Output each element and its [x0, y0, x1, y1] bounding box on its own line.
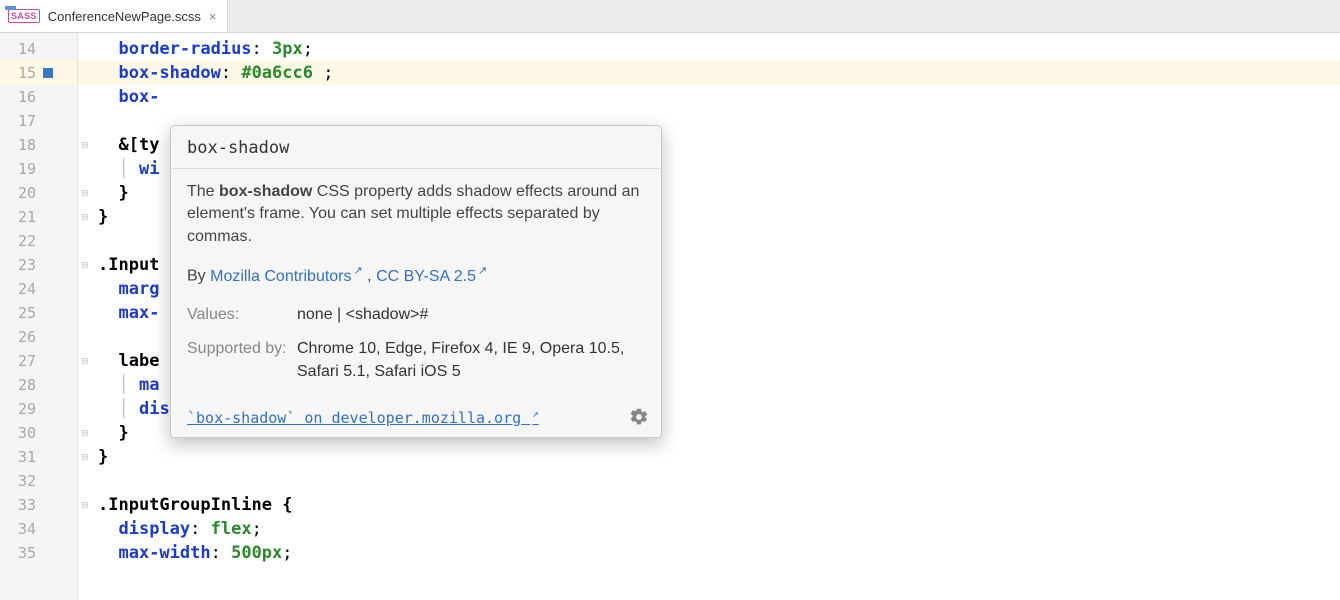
tab-bar: SASS ConferenceNewPage.scss × [0, 0, 1340, 33]
line-number: 24 [0, 280, 38, 298]
code-line[interactable]: max-width: 500px; [98, 541, 1340, 565]
doc-values-label: Values: [187, 304, 297, 326]
code-line[interactable]: } [98, 445, 1340, 469]
code-line[interactable]: .InputGroupInline { [98, 493, 1340, 517]
doc-values-value: none | <shadow># [297, 304, 645, 326]
code-line[interactable]: border-radius: 3px; [98, 37, 1340, 61]
line-number: 21 [0, 208, 38, 226]
mozilla-contributors-link[interactable]: Mozilla Contributors↗ [210, 268, 363, 285]
line-number: 27 [0, 352, 38, 370]
external-link-icon: ↗ [478, 265, 487, 277]
line-number: 26 [0, 328, 38, 346]
line-number: 31 [0, 448, 38, 466]
tab-filename: ConferenceNewPage.scss [48, 9, 201, 24]
line-number: 22 [0, 232, 38, 250]
gear-icon[interactable] [629, 407, 649, 427]
doc-values-row: Values: none | <shadow># [187, 304, 645, 326]
doc-popup: box-shadow The box-shadow CSS property a… [170, 125, 662, 438]
doc-popup-description: The box-shadow CSS property adds shadow … [187, 181, 645, 248]
doc-supported-value: Chrome 10, Edge, Firefox 4, IE 9, Opera … [297, 338, 645, 383]
line-number: 18 [0, 136, 38, 154]
code-line[interactable]: box-shadow: #0a6cc6 ; [98, 61, 1340, 85]
line-number: 19 [0, 160, 38, 178]
gutter: 14 15 16 17 18 19 20 21 22 23 24 25 26 2… [0, 33, 78, 600]
close-icon[interactable]: × [209, 10, 217, 23]
code-line[interactable]: display: flex; [98, 517, 1340, 541]
gutter-breakpoint-icon[interactable] [43, 68, 53, 78]
doc-supported-row: Supported by: Chrome 10, Edge, Firefox 4… [187, 338, 645, 383]
line-number: 20 [0, 184, 38, 202]
line-number: 32 [0, 472, 38, 490]
external-link-icon: ↗ [532, 407, 539, 420]
doc-supported-label: Supported by: [187, 338, 297, 383]
license-link[interactable]: CC BY-SA 2.5↗ [376, 268, 487, 285]
mdn-link[interactable]: `box-shadow` on developer.mozilla.org ↗ [187, 407, 539, 427]
line-number: 30 [0, 424, 38, 442]
line-number: 25 [0, 304, 38, 322]
external-link-icon: ↗ [354, 265, 363, 277]
editor-window: SASS ConferenceNewPage.scss × 14 15 16 1… [0, 0, 1340, 600]
line-number: 28 [0, 376, 38, 394]
line-number: 15 [0, 64, 38, 82]
line-number: 17 [0, 112, 38, 130]
line-number: 23 [0, 256, 38, 274]
sass-filetype-icon: SASS [8, 9, 40, 23]
line-number: 35 [0, 544, 38, 562]
doc-popup-title: box-shadow [171, 126, 661, 169]
editor-area[interactable]: 14 15 16 17 18 19 20 21 22 23 24 25 26 2… [0, 33, 1340, 600]
line-number: 33 [0, 496, 38, 514]
file-tab[interactable]: SASS ConferenceNewPage.scss × [0, 0, 228, 32]
doc-popup-attribution: By Mozilla Contributors↗ , CC BY-SA 2.5↗ [187, 264, 645, 288]
line-number: 29 [0, 400, 38, 418]
code-line[interactable] [98, 469, 1340, 493]
line-number: 14 [0, 40, 38, 58]
line-number: 34 [0, 520, 38, 538]
line-number: 16 [0, 88, 38, 106]
code-line[interactable]: box- [98, 85, 1340, 109]
